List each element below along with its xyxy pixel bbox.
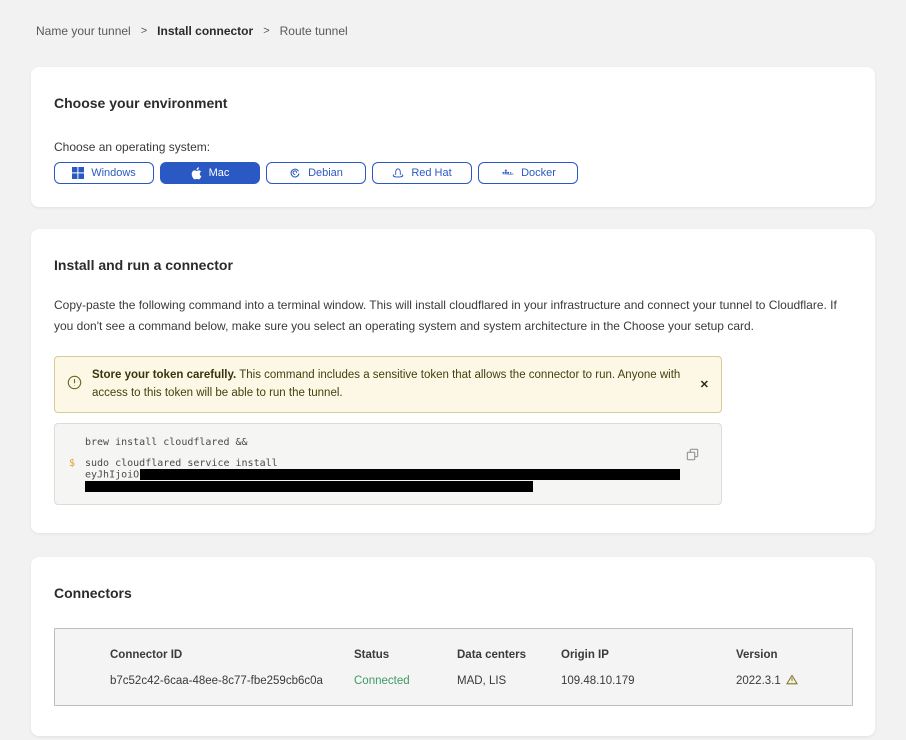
os-button-label: Debian <box>308 167 343 179</box>
os-button-label: Red Hat <box>411 167 451 179</box>
os-button-debian[interactable]: Debian <box>266 162 366 184</box>
install-connector-title: Install and run a connector <box>54 257 845 273</box>
header-status: Status <box>354 649 457 661</box>
connectors-card: Connectors Connector ID Status Data cent… <box>31 557 875 736</box>
version-value: 2022.3.1 <box>736 674 842 688</box>
connectors-table: Connector ID Status Data centers Origin … <box>54 628 853 706</box>
redacted-token-bar <box>85 481 533 492</box>
token-warning-banner: Store your token carefully. This command… <box>54 356 722 413</box>
origin-ip-value: 109.48.10.179 <box>561 675 736 687</box>
breadcrumb-step-name-your-tunnel[interactable]: Name your tunnel <box>36 24 131 38</box>
breadcrumb-separator-icon: > <box>141 25 147 37</box>
terminal-line-brew: brew install cloudflared && <box>85 437 707 448</box>
breadcrumb: Name your tunnel > Install connector > R… <box>31 0 875 38</box>
info-circle-icon <box>67 375 82 393</box>
token-warning-text: Store your token carefully. This command… <box>92 366 700 403</box>
terminal-line-sudo: $sudo cloudflared service install <box>69 458 707 469</box>
docker-icon <box>500 168 514 179</box>
copy-icon[interactable] <box>686 448 699 464</box>
install-connector-card: Install and run a connector Copy-paste t… <box>31 229 875 533</box>
os-button-group: Windows Mac Debian <box>54 162 851 184</box>
token-warning-title: Store your token carefully. <box>92 369 236 381</box>
connector-id-value: b7c52c42-6caa-48ee-8c77-fbe259cb6c0a <box>110 675 354 687</box>
data-centers-value: MAD, LIS <box>457 675 561 687</box>
os-button-label: Docker <box>521 167 556 179</box>
table-row: b7c52c42-6caa-48ee-8c77-fbe259cb6c0a Con… <box>55 674 852 688</box>
warning-triangle-icon <box>786 674 798 688</box>
os-button-docker[interactable]: Docker <box>478 162 578 184</box>
header-version: Version <box>736 649 842 661</box>
terminal-command-block: brew install cloudflared && $sudo cloudf… <box>54 423 722 506</box>
os-button-windows[interactable]: Windows <box>54 162 154 184</box>
terminal-line-token: eyJhIjoiO <box>85 469 707 481</box>
apple-icon <box>191 167 202 180</box>
choose-environment-card: Choose your environment Choose an operat… <box>31 67 875 207</box>
install-description: Copy-paste the following command into a … <box>54 295 845 337</box>
close-icon[interactable]: ✕ <box>700 378 709 391</box>
breadcrumb-separator-icon: > <box>263 25 269 37</box>
header-connector-id: Connector ID <box>110 649 354 661</box>
redhat-icon <box>392 167 404 179</box>
tunnel-setup-page: Name your tunnel > Install connector > R… <box>0 0 906 740</box>
status-badge: Connected <box>354 675 457 687</box>
terminal-line-token-2 <box>85 480 707 492</box>
debian-icon <box>289 167 301 179</box>
shell-prompt: $ <box>69 458 85 469</box>
os-button-redhat[interactable]: Red Hat <box>372 162 472 184</box>
header-origin-ip: Origin IP <box>561 649 736 661</box>
breadcrumb-step-route-tunnel[interactable]: Route tunnel <box>280 24 348 38</box>
breadcrumb-step-install-connector[interactable]: Install connector <box>157 24 253 38</box>
connectors-table-header: Connector ID Status Data centers Origin … <box>55 649 852 661</box>
os-button-label: Mac <box>209 167 230 179</box>
redacted-token-bar <box>140 469 680 480</box>
connectors-title: Connectors <box>54 585 853 601</box>
choose-environment-title: Choose your environment <box>54 95 851 111</box>
header-data-centers: Data centers <box>457 649 561 661</box>
os-select-label: Choose an operating system: <box>54 140 851 154</box>
os-button-label: Windows <box>91 167 136 179</box>
os-button-mac[interactable]: Mac <box>160 162 260 184</box>
windows-icon <box>72 167 84 179</box>
